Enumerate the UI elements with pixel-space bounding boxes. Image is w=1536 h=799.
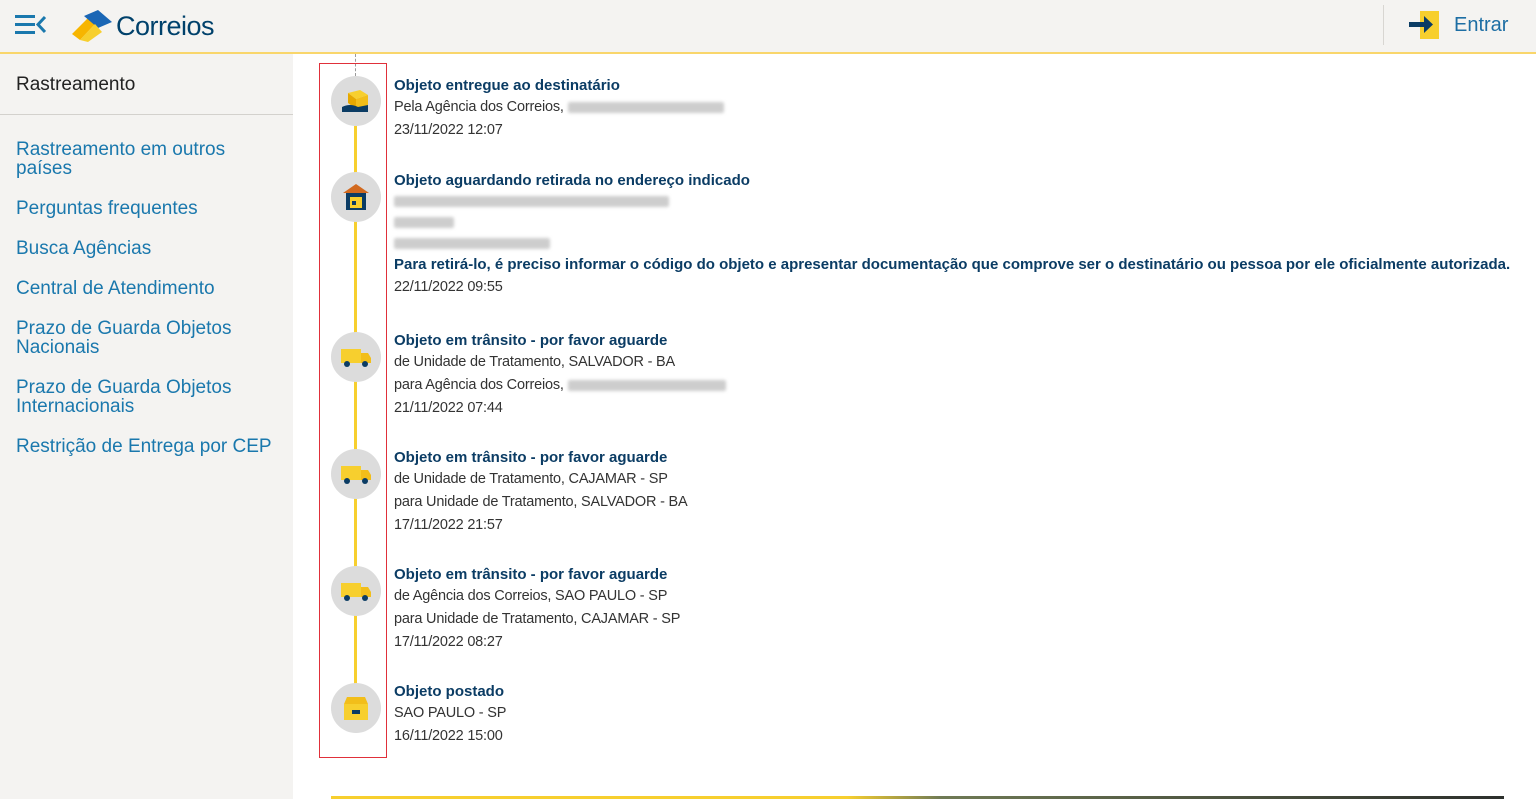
sidebar-nav: Rastreamento em outros países Perguntas … (16, 140, 276, 477)
correios-logo-mark (72, 10, 112, 42)
sidebar-divider (0, 114, 293, 115)
tracking-event: Objeto em trânsito - por favor aguarde d… (394, 331, 1524, 420)
tracking-event: Objeto postado SAO PAULO - SP 16/11/2022… (394, 682, 1524, 748)
sidebar-item-restricao-entrega-cep[interactable]: Restrição de Entrega por CEP (16, 437, 276, 456)
sidebar-item-central-atendimento[interactable]: Central de Atendimento (16, 279, 276, 298)
event-status: Objeto postado (394, 683, 504, 700)
event-status: Objeto em trânsito - por favor aguarde (394, 449, 668, 466)
redacted-address-line (394, 233, 1524, 254)
login-arrow-icon (1409, 11, 1439, 39)
sidebar-item-prazo-guarda-internacionais[interactable]: Prazo de Guarda Objetos Internacionais (16, 378, 276, 416)
tracking-timeline: Objeto entregue ao destinatário Pela Agê… (293, 54, 1536, 799)
timeline-icons-highlight (319, 63, 387, 758)
event-location-text: Pela Agência dos Correios, (394, 99, 564, 115)
correios-logo[interactable]: Correios (68, 6, 215, 46)
event-datetime: 17/11/2022 21:57 (394, 517, 503, 533)
tracking-event: Objeto em trânsito - por favor aguarde d… (394, 565, 1524, 654)
sidebar-title: Rastreamento (16, 74, 136, 95)
redacted-text (567, 379, 726, 391)
redacted-text (567, 101, 724, 113)
login-button[interactable]: Entrar (1408, 9, 1508, 41)
event-instructions: Para retirá-lo, é preciso informar o cód… (394, 256, 1511, 273)
tracking-event: Objeto em trânsito - por favor aguarde d… (394, 448, 1524, 537)
event-datetime: 22/11/2022 09:55 (394, 279, 503, 295)
event-destination-text: para Agência dos Correios, (394, 377, 564, 393)
event-datetime: 23/11/2022 12:07 (394, 122, 503, 138)
header-divider (1383, 5, 1384, 45)
event-location: SAO PAULO - SP (394, 705, 507, 721)
event-destination: para Unidade de Tratamento, SALVADOR - B… (394, 494, 688, 510)
event-status: Objeto em trânsito - por favor aguarde (394, 566, 668, 583)
login-label: Entrar (1454, 13, 1509, 36)
event-destination: para Agência dos Correios, (394, 374, 1524, 397)
tracking-event: Objeto aguardando retirada no endereço i… (394, 171, 1524, 299)
menu-collapse-icon[interactable] (14, 13, 48, 37)
redacted-address-line (394, 212, 1524, 233)
event-origin: de Agência dos Correios, SAO PAULO - SP (394, 588, 668, 604)
sidebar: Rastreamento Rastreamento em outros país… (0, 54, 293, 799)
top-header: Correios Entrar (0, 0, 1536, 54)
sidebar-item-perguntas-frequentes[interactable]: Perguntas frequentes (16, 199, 276, 218)
event-datetime: 16/11/2022 15:00 (394, 728, 503, 744)
tracking-event: Objeto entregue ao destinatário Pela Agê… (394, 76, 1524, 142)
sidebar-item-busca-agencias[interactable]: Busca Agências (16, 239, 276, 258)
redacted-address-line (394, 191, 1524, 212)
event-location: Pela Agência dos Correios, (394, 96, 1524, 119)
event-origin: de Unidade de Tratamento, CAJAMAR - SP (394, 471, 668, 487)
sidebar-item-rastreamento-outros-paises[interactable]: Rastreamento em outros países (16, 140, 276, 178)
event-status: Objeto aguardando retirada no endereço i… (394, 172, 750, 189)
event-status: Objeto em trânsito - por favor aguarde (394, 332, 668, 349)
event-status: Objeto entregue ao destinatário (394, 77, 620, 94)
event-datetime: 17/11/2022 08:27 (394, 634, 503, 650)
event-datetime: 21/11/2022 07:44 (394, 400, 503, 416)
brand-name: Correios (116, 10, 215, 41)
sidebar-item-prazo-guarda-nacionais[interactable]: Prazo de Guarda Objetos Nacionais (16, 319, 276, 357)
event-destination: para Unidade de Tratamento, CAJAMAR - SP (394, 611, 681, 627)
event-origin: de Unidade de Tratamento, SALVADOR - BA (394, 354, 676, 370)
